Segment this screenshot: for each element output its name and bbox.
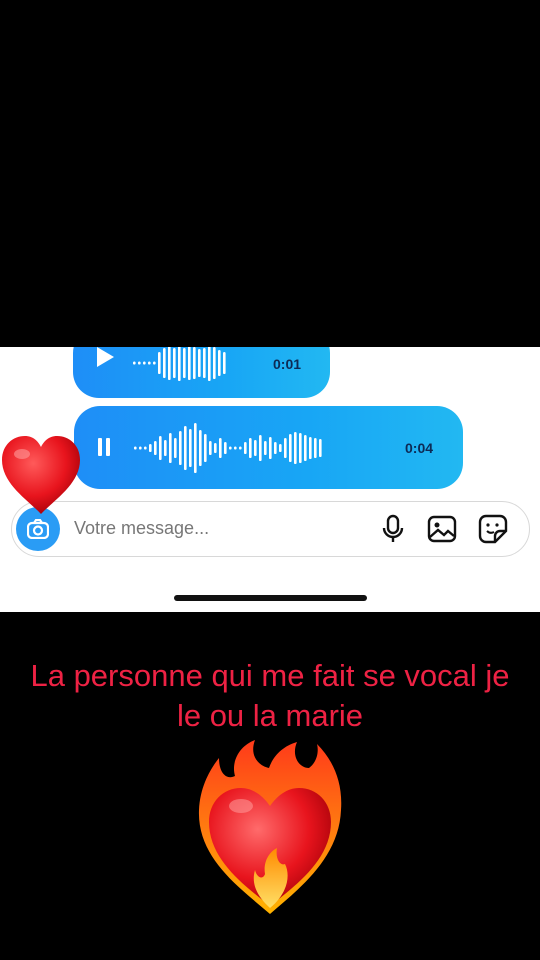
waveform-bar	[188, 347, 191, 380]
waveform-bar	[218, 350, 221, 376]
waveform-bar	[184, 426, 187, 470]
waveform-bar	[169, 433, 172, 463]
waveform-bar	[284, 438, 287, 458]
waveform-bar	[314, 438, 317, 458]
waveform	[133, 347, 226, 381]
waveform-bar	[178, 347, 181, 381]
waveform-bar	[138, 361, 141, 365]
waveform-bar	[229, 446, 232, 450]
waveform-bar	[194, 423, 197, 473]
waveform-bar	[239, 446, 242, 450]
waveform-bar	[249, 438, 252, 458]
message-input[interactable]: Votre message...	[74, 518, 209, 539]
waveform-bar	[139, 446, 142, 450]
microphone-icon[interactable]	[378, 514, 408, 544]
caption-text: La personne qui me fait se vocal je le o…	[30, 658, 510, 733]
voice-duration: 0:04	[405, 440, 434, 456]
heart-on-fire-emoji	[185, 738, 355, 923]
waveform-bar	[148, 361, 151, 365]
waveform-bar	[193, 347, 196, 379]
waveform-bar	[164, 440, 167, 456]
waveform-bar	[224, 442, 227, 454]
waveform-bar	[154, 441, 157, 455]
waveform-bar	[153, 361, 156, 365]
play-icon[interactable]	[95, 347, 115, 373]
waveform-bar	[299, 433, 302, 463]
pause-icon[interactable]	[97, 437, 111, 462]
waveform-bar	[208, 347, 211, 381]
waveform-bar	[158, 352, 161, 374]
waveform-bar	[213, 347, 216, 379]
waveform-bar	[319, 439, 322, 457]
waveform-bar	[234, 446, 237, 450]
red-heart-emoji	[0, 432, 84, 521]
voice-duration: 0:01	[273, 356, 302, 372]
waveform-bar	[179, 431, 182, 465]
waveform-bar	[144, 446, 147, 450]
waveform-bar	[259, 435, 262, 461]
waveform-bar	[289, 434, 292, 462]
gallery-icon[interactable]	[427, 514, 457, 544]
waveform-bar	[133, 361, 136, 365]
waveform-bar	[143, 361, 146, 365]
waveform-bar	[189, 429, 192, 467]
message-composer[interactable]: Votre message...	[11, 501, 530, 557]
waveform-bar	[294, 432, 297, 464]
waveform-bar	[183, 348, 186, 378]
waveform-bar	[174, 438, 177, 458]
waveform-bar	[304, 435, 307, 461]
waveform-bar	[223, 352, 226, 374]
waveform-bar	[269, 437, 272, 459]
waveform-bar	[203, 348, 206, 378]
voice-message-1[interactable]: 0:01	[73, 347, 330, 398]
waveform-bar	[274, 442, 277, 454]
waveform-bar	[168, 347, 171, 380]
sticker-icon[interactable]	[478, 514, 508, 544]
waveform-bar	[134, 446, 137, 450]
waveform-bar	[264, 441, 267, 455]
waveform-bar	[173, 348, 176, 378]
home-indicator	[174, 595, 367, 601]
waveform-bar	[159, 436, 162, 460]
waveform-bar	[149, 444, 152, 452]
waveform-bar	[199, 430, 202, 466]
waveform-bar	[214, 443, 217, 453]
waveform-bar	[219, 438, 222, 458]
voice-message-2[interactable]: 0:04	[74, 406, 463, 489]
waveform-bar	[309, 437, 312, 459]
waveform-bar	[204, 434, 207, 462]
waveform-bar	[254, 440, 257, 456]
waveform-bar	[198, 349, 201, 377]
waveform-bar	[244, 442, 247, 454]
waveform	[134, 423, 322, 473]
waveform-bar	[163, 348, 166, 378]
waveform-bar	[279, 444, 282, 452]
camera-icon	[26, 518, 50, 544]
waveform-bar	[209, 441, 212, 455]
